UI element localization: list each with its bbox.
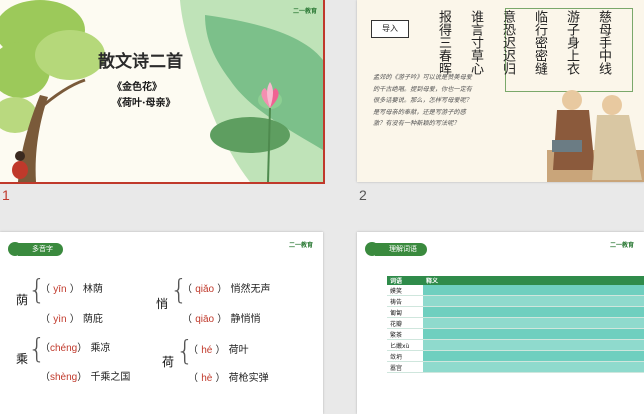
term: 匕嫩xù bbox=[387, 339, 423, 351]
pinyin: yīn bbox=[53, 284, 67, 295]
table-row: 嫫笑 bbox=[387, 285, 644, 296]
definition-cell bbox=[423, 339, 644, 351]
slide-1-thumbnail[interactable]: 散文诗二首 《金色花》 《荷叶·母亲》 二一教育 bbox=[0, 0, 325, 184]
definition-cell bbox=[423, 317, 644, 329]
pinyin: qiǎo bbox=[195, 284, 215, 295]
example-word: 荷枪实弹 bbox=[228, 373, 269, 384]
pinyin-row: （ qiāo ） 静悄悄 bbox=[182, 314, 261, 325]
section-header: 理解词语 bbox=[375, 243, 427, 256]
definition-cell bbox=[423, 295, 644, 307]
definition-cell bbox=[423, 328, 644, 340]
column-header: 释义 bbox=[423, 276, 644, 285]
pinyin: yìn bbox=[53, 314, 67, 325]
example-word: 乘凉 bbox=[90, 343, 111, 354]
example-word: 悄然无声 bbox=[230, 284, 271, 295]
pinyin-row: （chéng） 乘凉 bbox=[40, 343, 111, 354]
mother-son-illustration bbox=[547, 90, 644, 182]
logo: 二一教育 bbox=[609, 242, 634, 249]
slide-3-thumbnail[interactable]: 多音字 二一教育 荫 { （ yīn ） 林荫 （ yìn ） 荫庇 悄 { （… bbox=[0, 232, 323, 414]
definition-cell bbox=[423, 285, 644, 296]
example-word: 林荫 bbox=[82, 284, 103, 295]
header-badge-icon bbox=[365, 242, 379, 256]
pinyin: shèng bbox=[50, 372, 78, 383]
pinyin-row: （ yīn ） 林荫 bbox=[40, 284, 103, 295]
term: 敛坍 bbox=[387, 350, 423, 362]
slide-number-1: 1 bbox=[2, 187, 10, 203]
definition-cell bbox=[423, 350, 644, 362]
slide-2-thumbnail[interactable]: 导入 慈母手中线 游子身上衣 临行密密缝 意恐迟迟归 谁言寸草心 报得三春晖 孟… bbox=[357, 0, 644, 182]
pinyin-row: （ qiǎo ） 悄然无声 bbox=[182, 284, 271, 295]
logo: 二一教育 bbox=[292, 8, 317, 15]
pinyin: hé bbox=[201, 345, 213, 356]
table-row: 敛坍 bbox=[387, 350, 644, 362]
slide-number-2: 2 bbox=[359, 187, 367, 203]
slide-1-title: 散文诗二首 bbox=[98, 52, 183, 72]
term: 嚣宫 bbox=[387, 361, 423, 373]
vocabulary-table: 词语 释义 嫫笑 祷告 匍匐 花瓣 繁茶 匕嫩xù 敛坍 嚣宫 bbox=[387, 276, 644, 373]
column-header: 词语 bbox=[387, 276, 423, 285]
logo: 二一教育 bbox=[288, 242, 313, 249]
example-word: 荫庇 bbox=[82, 314, 103, 325]
slide-1-item-2: 《荷叶·母亲》 bbox=[112, 98, 176, 109]
table-row: 繁茶 bbox=[387, 328, 644, 340]
polyphone-char: 荷 bbox=[162, 355, 175, 369]
definition-cell bbox=[423, 306, 644, 318]
table-row: 祷告 bbox=[387, 295, 644, 307]
table-row: 花瓣 bbox=[387, 317, 644, 329]
pinyin-row: （ yìn ） 荫庇 bbox=[40, 314, 103, 325]
example-word: 静悄悄 bbox=[230, 314, 261, 325]
polyphone-char: 悄 bbox=[156, 297, 169, 311]
term: 花瓣 bbox=[387, 317, 423, 329]
pinyin-row: （ hé ） 荷叶 bbox=[188, 345, 249, 356]
polyphone-char: 荫 bbox=[16, 293, 29, 307]
table-row: 匕嫩xù bbox=[387, 339, 644, 351]
term: 繁茶 bbox=[387, 328, 423, 340]
section-header: 多音字 bbox=[18, 243, 63, 256]
term: 匍匐 bbox=[387, 306, 423, 318]
pinyin-row: （shèng） 千乘之国 bbox=[40, 372, 131, 383]
term: 祷告 bbox=[387, 295, 423, 307]
pinyin: hè bbox=[201, 373, 213, 384]
definition-cell bbox=[423, 361, 644, 373]
term: 嫫笑 bbox=[387, 285, 423, 296]
table-row: 嚣宫 bbox=[387, 361, 644, 373]
example-word: 荷叶 bbox=[228, 345, 249, 356]
polyphone-char: 乘 bbox=[16, 352, 29, 366]
pinyin: chéng bbox=[50, 343, 78, 354]
slide-1-item-1: 《金色花》 bbox=[112, 82, 162, 93]
table-row: 匍匐 bbox=[387, 306, 644, 318]
pinyin: qiāo bbox=[195, 314, 215, 325]
header-badge-icon bbox=[8, 242, 22, 256]
slide-4-thumbnail[interactable]: 理解词语 二一教育 词语 释义 嫫笑 祷告 匍匐 花瓣 繁茶 匕嫩xù 敛坍 嚣… bbox=[357, 232, 644, 414]
pinyin-row: （ hè ） 荷枪实弹 bbox=[188, 373, 269, 384]
example-word: 千乘之国 bbox=[90, 372, 131, 383]
